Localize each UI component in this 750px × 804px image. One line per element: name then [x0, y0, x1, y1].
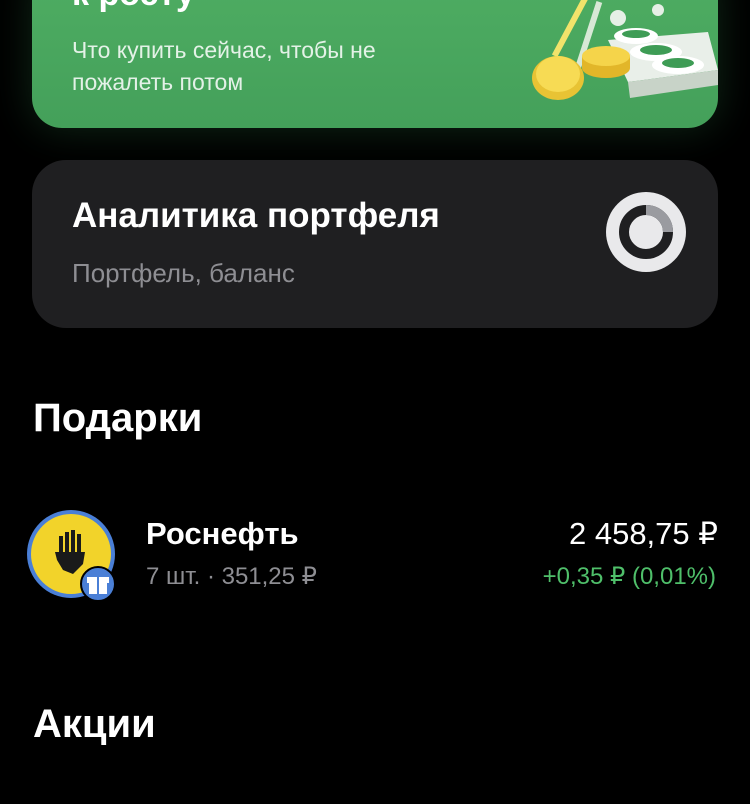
rosneft-logo: [27, 510, 116, 602]
investments-screen: к росту Что купить сейчас, чтобы не пожа…: [0, 0, 750, 804]
promo-title: к росту: [72, 0, 195, 14]
portfolio-analytics-title: Аналитика портфеля: [72, 196, 440, 235]
gift-asset-row[interactable]: Роснефть 7 шт. · 351,25 ₽ 2 458,75 ₽ +0,…: [0, 500, 750, 610]
asset-total-value: 2 458,75 ₽: [568, 516, 718, 551]
stocks-heading: Акции: [33, 702, 156, 746]
portfolio-analytics-subtitle: Портфель, баланс: [72, 258, 295, 288]
asset-quantity-price: 7 шт. · 351,25 ₽: [146, 563, 317, 590]
gifts-heading: Подарки: [33, 396, 203, 440]
asset-change: +0,35 ₽ (0,01%): [542, 563, 716, 590]
donut-chart-icon: [606, 192, 686, 272]
promo-banner[interactable]: к росту Что купить сейчас, чтобы не пожа…: [32, 0, 718, 128]
gift-icon: [80, 566, 116, 602]
coins-illustration: [532, 0, 718, 100]
promo-subtitle: Что купить сейчас, чтобы не пожалеть пот…: [72, 37, 376, 95]
portfolio-analytics-card[interactable]: Аналитика портфеля Портфель, баланс: [32, 160, 718, 328]
asset-name: Роснефть: [146, 516, 299, 551]
